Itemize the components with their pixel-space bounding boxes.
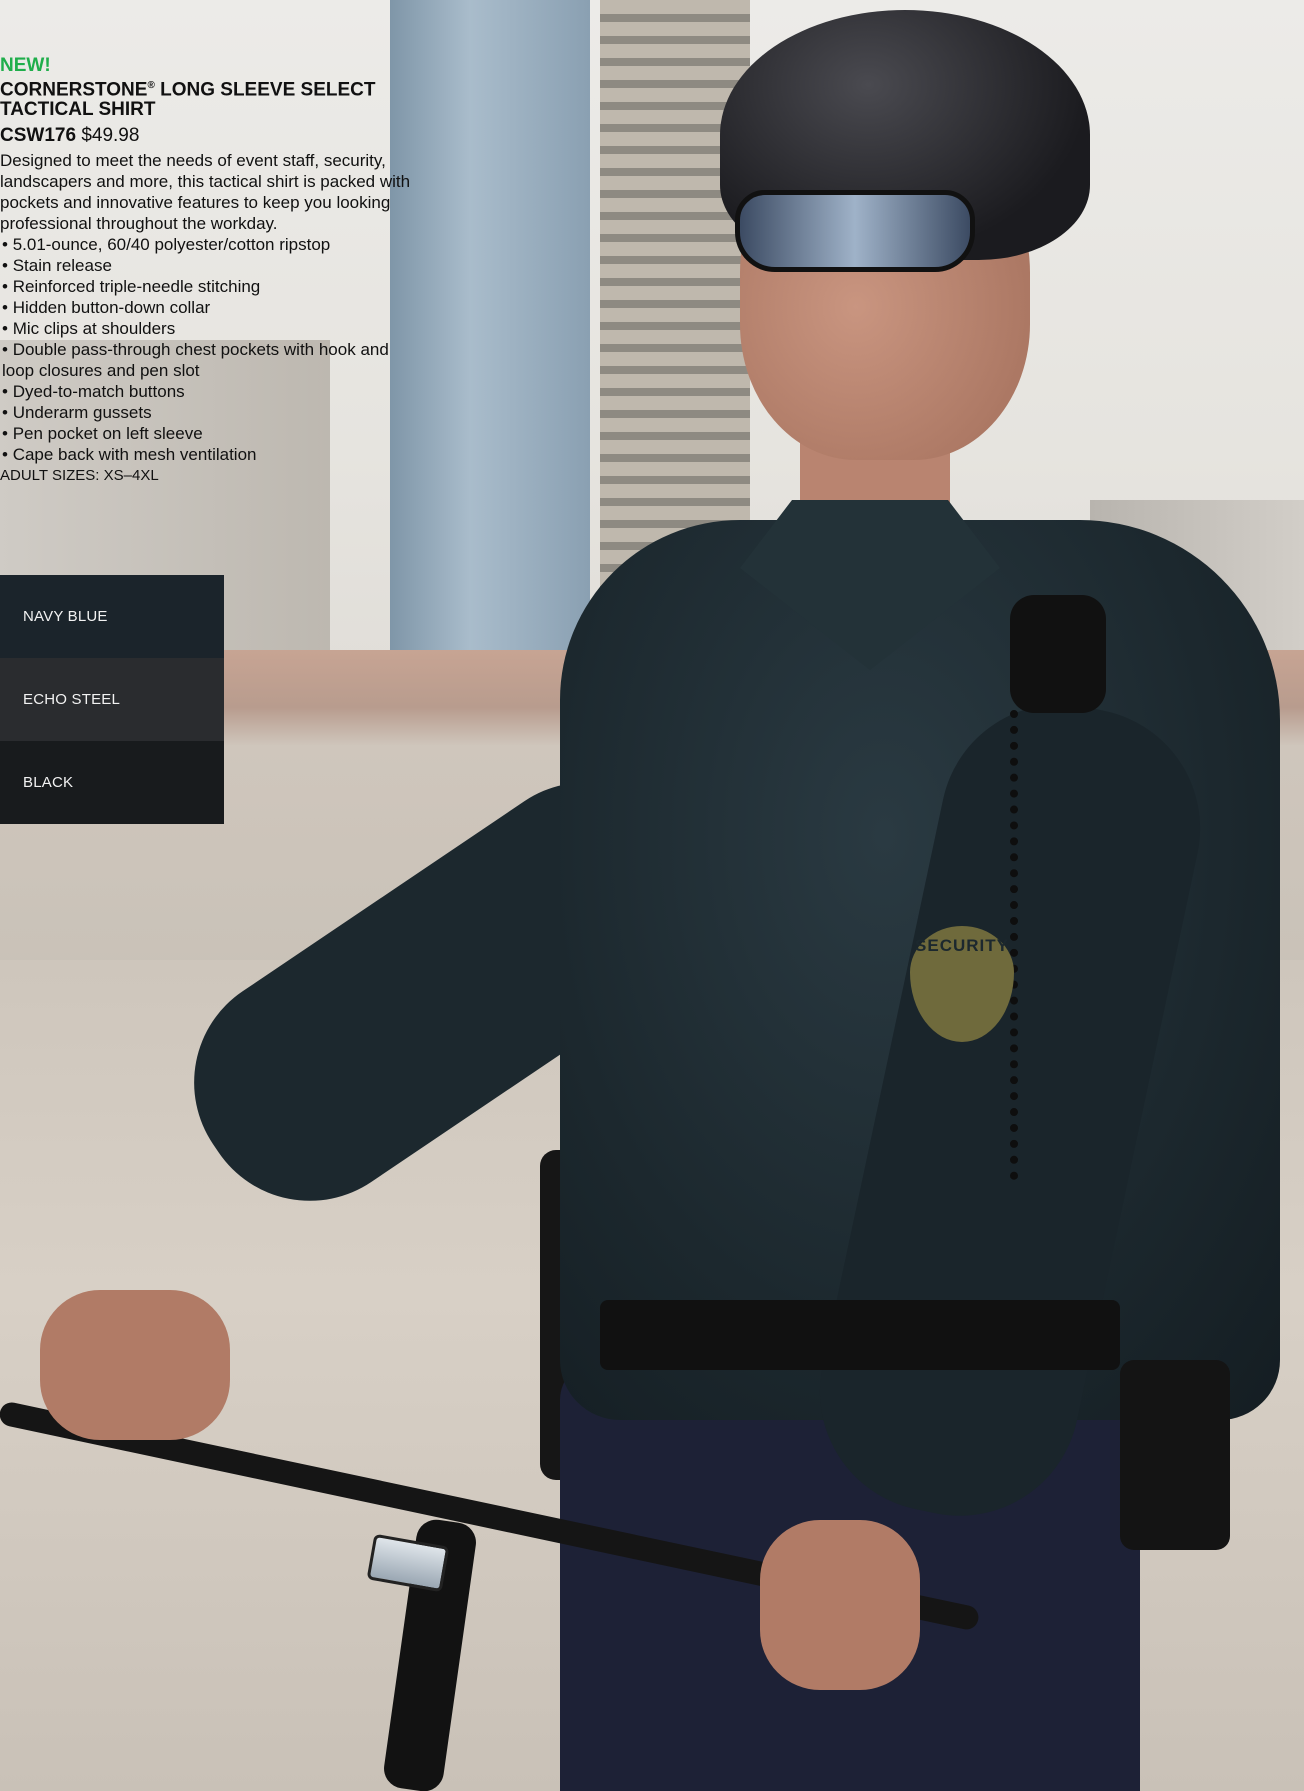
security-patch-text: SECURITY xyxy=(915,936,1009,955)
product-info: NEW! CORNERSTONE® LONG SLEEVE SELECT TAC… xyxy=(0,56,420,486)
swatch-echo-steel[interactable]: ECHO STEEL xyxy=(0,658,224,741)
swatch-label: NAVY BLUE xyxy=(23,608,108,625)
sku-price-line: CSW176 $49.98 xyxy=(0,124,420,148)
product-sku: CSW176 xyxy=(0,125,77,147)
product-title-brand: CORNERSTONE xyxy=(0,79,148,101)
duty-belt xyxy=(600,1300,1120,1370)
model-left-hand xyxy=(40,1290,230,1440)
swatch-black[interactable]: BLACK xyxy=(0,741,224,824)
shoulder-radio-mic xyxy=(1010,595,1106,713)
feature-item: • Underarm gussets xyxy=(2,403,152,423)
product-price: $49.98 xyxy=(81,125,140,147)
radio-cord xyxy=(1010,710,1042,1180)
product-description: Designed to meet the needs of event staf… xyxy=(0,151,411,234)
feature-item: • Cape back with mesh ventilation xyxy=(2,445,257,465)
feature-item: • Stain release xyxy=(2,256,112,276)
product-title: CORNERSTONE® LONG SLEEVE SELECT TACTICAL… xyxy=(0,76,420,120)
swatch-label: BLACK xyxy=(23,774,74,791)
swatch-label: ECHO STEEL xyxy=(23,691,121,708)
feature-item: • Double pass-through chest pockets with… xyxy=(2,340,389,381)
feature-item: • 5.01-ounce, 60/40 polyester/cotton rip… xyxy=(2,235,331,255)
feature-item: • Hidden button-down collar xyxy=(2,298,211,318)
size-range: ADULT SIZES: XS–4XL xyxy=(0,467,159,485)
glass-tower xyxy=(390,0,590,660)
swatch-navy-blue[interactable]: NAVY BLUE xyxy=(0,575,224,658)
feature-item: • Mic clips at shoulders xyxy=(2,319,176,339)
feature-item: • Pen pocket on left sleeve xyxy=(2,424,203,444)
feature-item: • Dyed-to-match buttons xyxy=(2,382,185,402)
sunglasses xyxy=(735,190,975,272)
model-right-hand xyxy=(760,1520,920,1690)
color-swatches: NAVY BLUE ECHO STEEL BLACK xyxy=(0,575,224,824)
belt-pouch xyxy=(1120,1360,1230,1550)
feature-list: • 5.01-ounce, 60/40 polyester/cotton rip… xyxy=(0,234,420,465)
registered-mark: ® xyxy=(147,80,155,91)
feature-item: • Reinforced triple-needle stitching xyxy=(2,277,261,297)
new-badge: NEW! xyxy=(0,55,51,76)
